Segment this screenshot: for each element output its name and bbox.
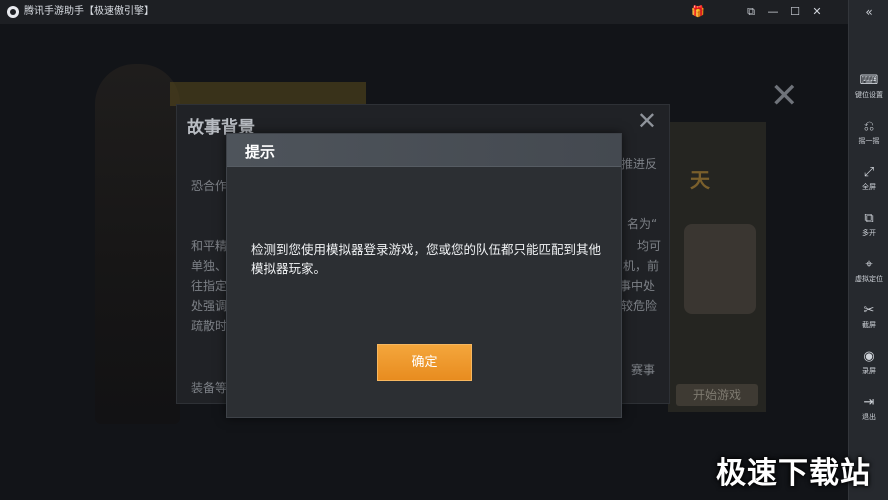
dialog-title: 提示 bbox=[245, 143, 276, 161]
story-close-icon: ✕ bbox=[636, 107, 657, 135]
background-close-icon: ✕ bbox=[770, 76, 799, 116]
story-line: 往指定 bbox=[191, 279, 228, 293]
story-line: 单独、 bbox=[191, 259, 228, 273]
story-line: 恐合作 bbox=[191, 179, 228, 193]
multi-window-icon: ⧉ bbox=[864, 211, 874, 226]
story-line: 疏散时 bbox=[191, 319, 228, 333]
sidebar-item-virtual-location[interactable]: ⌖ 虚拟定位 bbox=[849, 256, 888, 296]
game-viewport[interactable]: ✕ 天 开始游戏 故事背景 ✕ 恐合作 和平精 单独、 往指定 处强调 疏散时 … bbox=[0, 24, 848, 500]
background-character bbox=[95, 64, 180, 424]
confirm-button[interactable]: 确定 bbox=[377, 344, 472, 381]
side-card-image bbox=[684, 224, 756, 314]
sidebar-item-record[interactable]: ◉ 录屏 bbox=[849, 348, 888, 388]
maximize-button[interactable]: ☐ bbox=[788, 4, 802, 20]
title-bar: 腾讯手游助手【极速傲引擎】 🎁 ⧉ — ☐ ✕ bbox=[0, 0, 888, 24]
side-card-badge: 天 bbox=[690, 168, 710, 192]
sidebar-item-label: 退出 bbox=[862, 413, 876, 421]
sidebar-item-label: 摇一摇 bbox=[858, 137, 880, 145]
story-line: 装备等 bbox=[191, 381, 228, 395]
sidebar-item-label: 虚拟定位 bbox=[855, 275, 883, 283]
location-target-icon: ⌖ bbox=[865, 257, 873, 272]
dialog-header: 提示 bbox=[227, 134, 621, 167]
shake-icon: ⎌ bbox=[863, 119, 875, 134]
sidebar-item-fullscreen[interactable]: ⤢ 全屏 bbox=[849, 164, 888, 204]
sidebar-item-label: 多开 bbox=[862, 229, 876, 237]
sidebar-item-shake[interactable]: ⎌ 摇一摇 bbox=[849, 118, 888, 158]
minimize-button[interactable]: — bbox=[766, 4, 780, 20]
story-line: 推进反 bbox=[621, 157, 658, 171]
exit-icon: ⇥ bbox=[863, 395, 875, 410]
site-watermark: 极速下载站 bbox=[716, 456, 871, 491]
app-logo-icon bbox=[7, 6, 19, 18]
sidebar-item-multi-instance[interactable]: ⧉ 多开 bbox=[849, 210, 888, 250]
story-line: 机，前 bbox=[623, 259, 660, 273]
sidebar-item-label: 全屏 bbox=[862, 183, 876, 191]
close-button[interactable]: ✕ bbox=[810, 4, 824, 20]
sidebar-item-exit[interactable]: ⇥ 退出 bbox=[849, 394, 888, 434]
emulator-sidebar: « ⌨ 键位设置 ⎌ 摇一摇 ⤢ 全屏 ⧉ 多开 ⌖ 虚拟定位 ✂ 截屏 ◉ 录… bbox=[848, 0, 888, 500]
window-title: 腾讯手游助手【极速傲引擎】 bbox=[24, 6, 154, 17]
restore-icon[interactable]: ⧉ bbox=[744, 4, 758, 20]
sidebar-item-label: 录屏 bbox=[862, 367, 876, 375]
story-line: 均可 bbox=[637, 239, 662, 253]
record-icon: ◉ bbox=[863, 349, 875, 364]
sidebar-item-label: 截屏 bbox=[862, 321, 876, 329]
background-banner bbox=[170, 82, 366, 106]
side-card-button: 开始游戏 bbox=[676, 384, 758, 406]
keyboard-icon: ⌨ bbox=[859, 73, 879, 88]
dialog-message: 检测到您使用模拟器登录游戏，您或您的队伍都只能匹配到其他模拟器玩家。 bbox=[251, 242, 602, 276]
screenshot-icon: ✂ bbox=[863, 303, 875, 318]
story-line: 名为“ bbox=[627, 217, 658, 231]
sidebar-item-label: 键位设置 bbox=[855, 91, 883, 99]
fullscreen-icon: ⤢ bbox=[863, 165, 875, 180]
collapse-sidebar-icon[interactable]: « bbox=[849, 4, 888, 20]
story-line: 处强调 bbox=[191, 299, 228, 313]
story-line: 和平精 bbox=[191, 239, 228, 253]
notice-dialog: 提示 检测到您使用模拟器登录游戏，您或您的队伍都只能匹配到其他模拟器玩家。 确定 bbox=[226, 133, 622, 418]
story-line: 赛事 bbox=[631, 363, 656, 377]
gift-icon[interactable]: 🎁 bbox=[690, 4, 706, 20]
sidebar-item-keymap[interactable]: ⌨ 键位设置 bbox=[849, 72, 888, 112]
sidebar-item-screenshot[interactable]: ✂ 截屏 bbox=[849, 302, 888, 342]
story-line: 较危险 bbox=[621, 299, 658, 313]
